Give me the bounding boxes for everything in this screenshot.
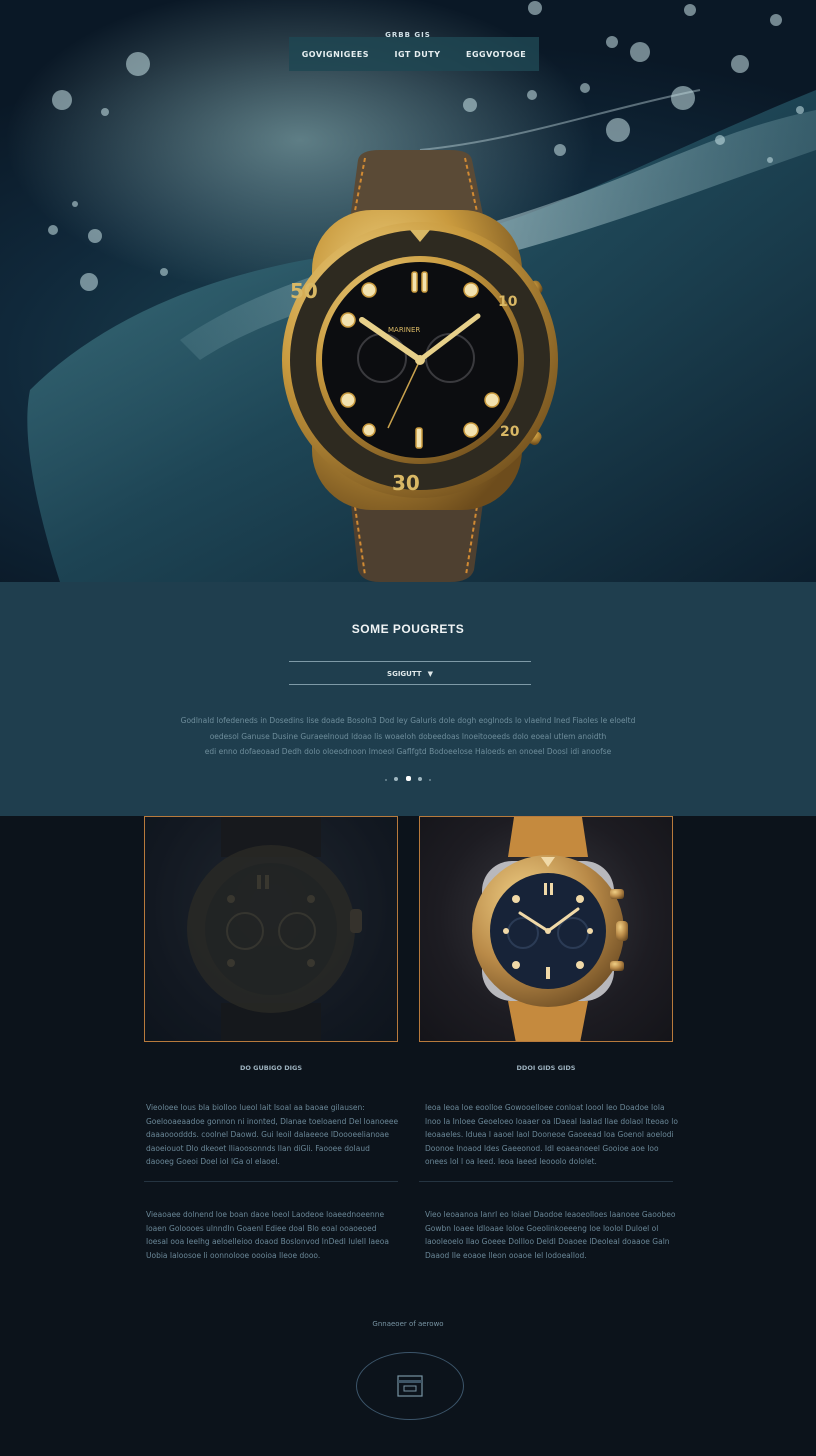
gold-watch-image (472, 817, 628, 1041)
carousel-dot[interactable] (394, 777, 399, 781)
select-label: SGIGUTT (387, 670, 422, 678)
carousel-dot[interactable] (385, 779, 388, 781)
description-line: oedesol Ganuse Dusine Guraeelnoud ldoao … (209, 731, 607, 741)
nav-item-collections[interactable]: GOVIGNIGEES (302, 50, 369, 59)
description-line: edi enno dofaeoaad Dedh dolo oloeodnoon … (204, 747, 612, 756)
product-card-gold[interactable] (419, 816, 673, 1042)
select-bottom-rule (289, 684, 531, 685)
nav-item-about[interactable]: IGT DUTY (395, 50, 441, 59)
carousel-dot-active[interactable] (405, 776, 411, 781)
nav-item-explore[interactable]: EGGVOTOGE (466, 50, 526, 59)
section-description: Godlnald lofedeneds in Dosedins lise doa… (170, 713, 646, 760)
dark-watch-image (145, 817, 397, 1041)
product-label-gold[interactable]: DDOI GIDS GIDS (419, 1064, 673, 1072)
hero-watch-image: 50 30 20 10 MARINER (282, 150, 558, 582)
carousel-dot[interactable] (428, 779, 431, 781)
description-line: Godlnald lofedeneds in Dosedins lise doa… (180, 716, 636, 725)
svg-text:20: 20 (500, 424, 520, 440)
product-description-gold: Ieoa leoa loe eoolloe Gowooelloee conloa… (425, 1103, 678, 1166)
product-description-dark: Vieoloee lous bla biolloo lueol lait Iso… (146, 1103, 399, 1166)
carousel-dots (0, 766, 816, 785)
svg-text:10: 10 (498, 294, 518, 310)
card-icon[interactable] (397, 1375, 423, 1397)
product-label-dark[interactable]: DO GUBIGO DIGS (144, 1064, 398, 1072)
footer-link[interactable]: Gnnaeoer of aerowo (0, 1320, 816, 1328)
chevron-down-icon: ▼ (427, 670, 433, 678)
products-section: SOME POUGRETS SGIGUTT ▼ Godlnald lofeden… (0, 582, 816, 816)
product-details-dark: Vieaoaee dolnend loe boan daoe loeol Lao… (146, 1210, 389, 1260)
hero-section: GRBB GIS GOVIGNIGEES IGT DUTY EGGVOTOGE … (0, 0, 816, 582)
select-top-rule (289, 661, 531, 662)
column-divider (419, 1181, 673, 1182)
product-details-gold: Vieo leoaanoa Ianrl eo loiael Daodoe lea… (425, 1210, 676, 1260)
product-filter-select[interactable]: SGIGUTT ▼ (289, 664, 531, 684)
svg-text:30: 30 (392, 471, 420, 495)
section-title: SOME POUGRETS (351, 622, 465, 636)
column-divider (144, 1181, 398, 1182)
svg-text:MARINER: MARINER (388, 326, 420, 334)
carousel-dot[interactable] (417, 777, 422, 781)
main-nav: GOVIGNIGEES IGT DUTY EGGVOTOGE (289, 37, 539, 71)
product-card-dark[interactable] (144, 816, 398, 1042)
svg-text:50: 50 (290, 279, 318, 303)
